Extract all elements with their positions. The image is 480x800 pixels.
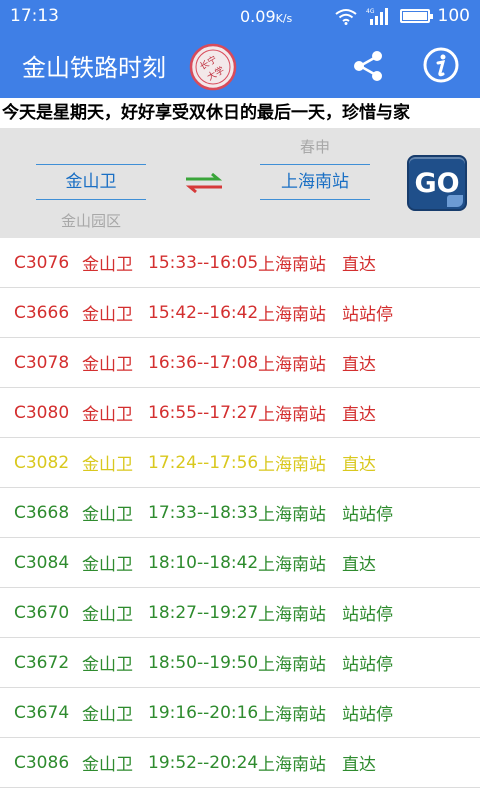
train-row[interactable]: C3078 金山卫 16:36--17:08 上海南站 直达 bbox=[0, 338, 480, 388]
network-speed: 0.09K/s bbox=[240, 6, 293, 26]
app-title: 金山铁路时刻 bbox=[22, 54, 166, 82]
train-origin: 金山卫 bbox=[82, 505, 133, 525]
train-code: C3666 bbox=[14, 302, 70, 323]
train-code: C3080 bbox=[14, 402, 70, 423]
train-origin: 金山卫 bbox=[82, 355, 133, 375]
train-destination: 上海南站 bbox=[258, 255, 326, 275]
train-row[interactable]: C3076 金山卫 15:33--16:05 上海南站 直达 bbox=[0, 238, 480, 288]
train-times: 15:33--16:05 bbox=[148, 252, 259, 273]
train-type: 直达 bbox=[342, 555, 376, 575]
train-times: 19:52--20:24 bbox=[148, 752, 259, 773]
to-station-hint[interactable]: 春申 bbox=[260, 136, 370, 157]
train-destination: 上海南站 bbox=[258, 605, 326, 625]
train-destination: 上海南站 bbox=[258, 455, 326, 475]
seal-stamp-icon: 长宁 大学 bbox=[189, 43, 237, 91]
train-times: 17:24--17:56 bbox=[148, 452, 259, 473]
train-type: 站站停 bbox=[342, 655, 393, 675]
train-row[interactable]: C3080 金山卫 16:55--17:27 上海南站 直达 bbox=[0, 388, 480, 438]
train-row[interactable]: C3668 金山卫 17:33--18:33 上海南站 站站停 bbox=[0, 488, 480, 538]
train-code: C3668 bbox=[14, 502, 70, 523]
train-times: 17:33--18:33 bbox=[148, 502, 259, 523]
train-origin: 金山卫 bbox=[82, 405, 133, 425]
train-type: 站站停 bbox=[342, 305, 393, 325]
train-code: C3670 bbox=[14, 602, 70, 623]
battery-fill bbox=[402, 12, 427, 20]
train-code: C3076 bbox=[14, 252, 70, 273]
status-bar: 17:13 0.09K/s 4G 100 bbox=[0, 0, 480, 32]
train-times: 15:42--16:42 bbox=[148, 302, 259, 323]
battery-icon bbox=[399, 9, 433, 23]
from-station-hint[interactable]: 金山园区 bbox=[36, 210, 146, 231]
train-code: C3084 bbox=[14, 552, 70, 573]
train-origin: 金山卫 bbox=[82, 755, 133, 775]
train-origin: 金山卫 bbox=[82, 705, 133, 725]
train-type: 直达 bbox=[342, 255, 376, 275]
train-times: 18:10--18:42 bbox=[148, 552, 259, 573]
train-destination: 上海南站 bbox=[258, 355, 326, 375]
train-type: 直达 bbox=[342, 755, 376, 775]
train-times: 18:50--19:50 bbox=[148, 652, 259, 673]
to-station-field[interactable]: 上海南站 bbox=[260, 164, 370, 200]
train-destination: 上海南站 bbox=[258, 305, 326, 325]
train-type: 直达 bbox=[342, 455, 376, 475]
train-row[interactable]: C3676金山卫20:00--21:00上海南站站站停 bbox=[0, 788, 480, 800]
train-destination: 上海南站 bbox=[258, 705, 326, 725]
train-row[interactable]: C3086 金山卫 19:52--20:24 上海南站 直达 bbox=[0, 738, 480, 788]
train-type: 直达 bbox=[342, 355, 376, 375]
train-row[interactable]: C3672 金山卫 18:50--19:50 上海南站 站站停 bbox=[0, 638, 480, 688]
marquee-message: 今天是星期天，好好享受双休日的最后一天，珍惜与家 bbox=[0, 98, 480, 128]
info-icon[interactable] bbox=[422, 46, 460, 84]
train-times: 16:36--17:08 bbox=[148, 352, 259, 373]
train-times: 19:16--20:16 bbox=[148, 702, 259, 723]
train-row[interactable]: C3082 金山卫 17:24--17:56 上海南站 直达 bbox=[0, 438, 480, 488]
train-destination: 上海南站 bbox=[258, 655, 326, 675]
train-code: C3674 bbox=[14, 702, 70, 723]
train-row[interactable]: C3084 金山卫 18:10--18:42 上海南站 直达 bbox=[0, 538, 480, 588]
train-destination: 上海南站 bbox=[258, 755, 326, 775]
train-destination: 上海南站 bbox=[258, 505, 326, 525]
train-origin: 金山卫 bbox=[82, 255, 133, 275]
train-type: 直达 bbox=[342, 405, 376, 425]
train-code: C3082 bbox=[14, 452, 70, 473]
train-origin: 金山卫 bbox=[82, 655, 133, 675]
from-station-field[interactable]: 金山卫 bbox=[36, 164, 146, 200]
train-origin: 金山卫 bbox=[82, 455, 133, 475]
swap-arrows-icon[interactable] bbox=[182, 172, 226, 194]
train-times: 18:27--19:27 bbox=[148, 602, 259, 623]
train-destination: 上海南站 bbox=[258, 405, 326, 425]
train-origin: 金山卫 bbox=[82, 305, 133, 325]
train-row[interactable]: C3674 金山卫 19:16--20:16 上海南站 站站停 bbox=[0, 688, 480, 738]
train-code: C3078 bbox=[14, 352, 70, 373]
train-type: 站站停 bbox=[342, 705, 393, 725]
train-row[interactable]: C3666 金山卫 15:42--16:42 上海南站 站站停 bbox=[0, 288, 480, 338]
train-times: 16:55--17:27 bbox=[148, 402, 259, 423]
train-row[interactable]: C3670 金山卫 18:27--19:27 上海南站 站站停 bbox=[0, 588, 480, 638]
station-selector: 春申 金山卫 上海南站 金山园区 GO bbox=[0, 128, 480, 238]
train-code: C3086 bbox=[14, 752, 70, 773]
status-time: 17:13 bbox=[10, 6, 59, 26]
train-type: 站站停 bbox=[342, 605, 393, 625]
svg-text:4G: 4G bbox=[366, 8, 375, 15]
train-type: 站站停 bbox=[342, 505, 393, 525]
cell-signal-icon: 4G bbox=[366, 8, 388, 25]
wifi-icon bbox=[334, 9, 357, 25]
app-bar: 金山铁路时刻 长宁 大学 bbox=[0, 32, 480, 98]
train-list: C3076 金山卫 15:33--16:05 上海南站 直达 C3666 金山卫 15:42-… bbox=[0, 238, 480, 800]
train-origin: 金山卫 bbox=[82, 605, 133, 625]
go-button[interactable]: GO bbox=[407, 155, 467, 211]
train-code: C3672 bbox=[14, 652, 70, 673]
train-origin: 金山卫 bbox=[82, 555, 133, 575]
train-destination: 上海南站 bbox=[258, 555, 326, 575]
share-icon[interactable] bbox=[350, 48, 386, 84]
battery-level: 100 bbox=[437, 6, 470, 26]
